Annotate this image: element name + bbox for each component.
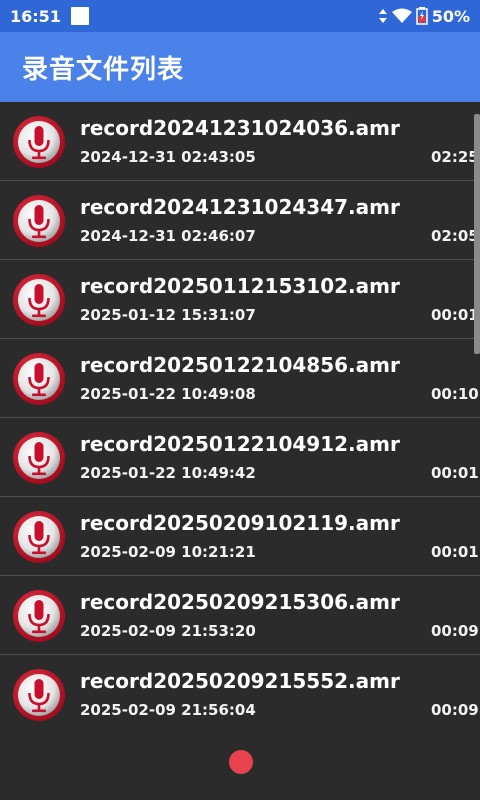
microphone-icon — [13, 195, 65, 247]
file-name: record20241231024036.amr — [80, 116, 400, 140]
battery-percent: 50% — [431, 6, 470, 26]
notification-icon — [70, 7, 89, 25]
data-arrows-icon — [378, 9, 387, 23]
microphone-icon — [13, 116, 65, 168]
file-duration: 00:01 — [431, 464, 479, 482]
file-duration: 02:05 — [431, 227, 479, 245]
file-name: record20250122104912.amr — [80, 432, 400, 456]
file-duration: 02:25 — [431, 148, 479, 166]
microphone-icon — [13, 432, 65, 484]
file-date: 2025-02-09 21:56:04 — [80, 701, 256, 719]
file-name: record20250122104856.amr — [80, 353, 400, 377]
battery-icon — [415, 7, 428, 25]
file-duration: 00:01 — [431, 543, 479, 561]
status-bar: 16:51 50% — [0, 0, 480, 32]
page-title: 录音文件列表 — [22, 54, 185, 85]
list-item[interactable]: record20250122104912.amr 2025-01-22 10:4… — [0, 418, 480, 497]
file-date: 2025-02-09 21:53:20 — [80, 622, 256, 640]
microphone-icon — [13, 511, 65, 563]
wifi-icon — [391, 8, 412, 23]
file-name: record20241231024347.amr — [80, 195, 400, 219]
file-date: 2025-02-09 10:21:21 — [80, 543, 256, 561]
recording-list[interactable]: record20241231024036.amr 2024-12-31 02:4… — [0, 102, 480, 722]
list-item[interactable]: record20250209215306.amr 2025-02-09 21:5… — [0, 576, 480, 655]
list-item[interactable]: record20241231024036.amr 2024-12-31 02:4… — [0, 102, 480, 181]
file-date: 2025-01-22 10:49:42 — [80, 464, 256, 482]
status-indicators: 50% — [378, 7, 470, 26]
file-duration: 00:09 — [431, 622, 479, 640]
file-date: 2024-12-31 02:46:07 — [80, 227, 256, 245]
microphone-icon — [13, 353, 65, 405]
file-name: record20250209215306.amr — [80, 590, 400, 614]
status-time: 16:51 — [10, 6, 61, 26]
file-duration: 00:10 — [431, 385, 479, 403]
list-item[interactable]: record20250112153102.amr 2025-01-12 15:3… — [0, 260, 480, 339]
record-button[interactable] — [229, 750, 253, 774]
list-item[interactable]: record20250209102119.amr 2025-02-09 10:2… — [0, 497, 480, 576]
file-date: 2025-01-12 15:31:07 — [80, 306, 256, 324]
file-date: 2024-12-31 02:43:05 — [80, 148, 256, 166]
microphone-icon — [13, 274, 65, 326]
file-name: record20250209215552.amr — [80, 669, 400, 693]
microphone-icon — [13, 590, 65, 642]
list-item[interactable]: record20250122104856.amr 2025-01-22 10:4… — [0, 339, 480, 418]
file-name: record20250112153102.amr — [80, 274, 400, 298]
file-date: 2025-01-22 10:49:08 — [80, 385, 256, 403]
list-item[interactable]: record20250209215552.amr 2025-02-09 21:5… — [0, 655, 480, 722]
microphone-icon — [13, 669, 65, 721]
app-bar: 录音文件列表 — [0, 32, 480, 102]
file-duration: 00:01 — [431, 306, 479, 324]
scrollbar[interactable] — [474, 114, 480, 354]
file-duration: 00:09 — [431, 701, 479, 719]
file-name: record20250209102119.amr — [80, 511, 400, 535]
list-item[interactable]: record20241231024347.amr 2024-12-31 02:4… — [0, 181, 480, 260]
